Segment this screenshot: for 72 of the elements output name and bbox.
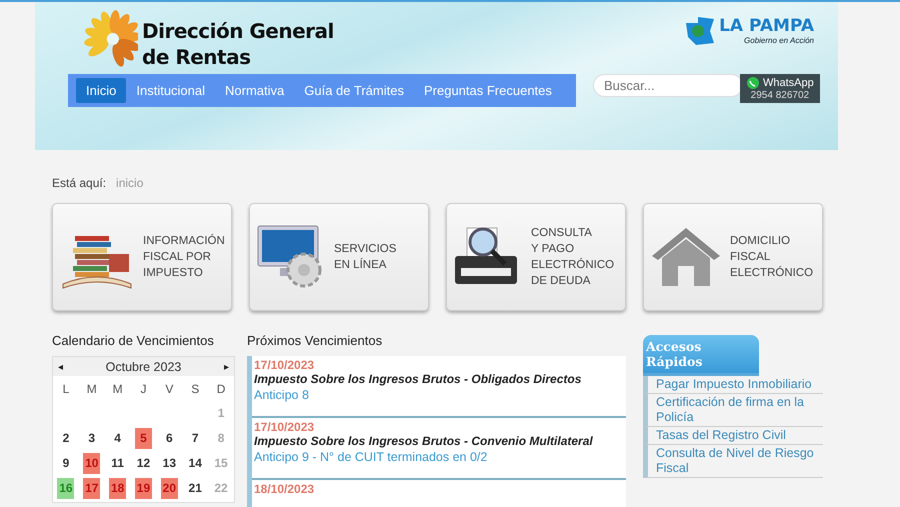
calendar-day[interactable]: 14 (186, 452, 204, 474)
due-date: 17/10/2023 (254, 420, 316, 434)
phone-number: 2954 826702 (750, 90, 810, 101)
section-heading: Calendario de Vencimientos (52, 333, 215, 348)
menu-item[interactable]: Guía de Trámites (294, 78, 414, 103)
calendar-day[interactable]: 3 (83, 428, 100, 448)
weekday-label: M (112, 381, 124, 398)
due-date-day[interactable]: 17 (83, 478, 100, 498)
due-date: 18/10/2023 (254, 482, 316, 496)
weekday-label: D (216, 381, 226, 398)
due-date-day[interactable]: 10 (83, 452, 100, 474)
calendar-day[interactable]: 2 (57, 428, 74, 448)
weekday-label: M (86, 381, 98, 398)
calendar-day[interactable]: 13 (160, 452, 178, 474)
calendar-day[interactable]: 6 (160, 428, 178, 448)
menu-item[interactable]: Inicio (76, 78, 126, 103)
province-map-icon (684, 16, 716, 44)
calendar-day[interactable]: 9 (57, 452, 74, 474)
province-name: LA PAMPA (719, 16, 814, 36)
previous-month-button[interactable]: ◂ (56, 360, 65, 372)
weekday-label: L (62, 381, 70, 398)
breadcrumb-label: Está aquí: (52, 176, 106, 190)
tax-name: Impuesto Sobre los Ingresos Brutos - Obligados Directos (254, 372, 582, 386)
calendar-day[interactable]: 22 (212, 478, 230, 498)
tile-label: DOMICILIO FISCAL ELECTRÓNICO (730, 234, 814, 281)
service-tile[interactable]: DOMICILIO FISCAL ELECTRÓNICO (643, 203, 823, 311)
weekday-label: S (190, 381, 200, 398)
weekday-label: J (139, 381, 148, 398)
site-title: Dirección General (142, 18, 334, 44)
site-title: de Rentas (142, 44, 252, 70)
menu-item[interactable]: Institucional (126, 78, 216, 103)
calendar-day[interactable]: 11 (109, 452, 126, 474)
calendar-day[interactable]: 12 (134, 452, 152, 474)
due-date-day[interactable]: 19 (134, 478, 152, 498)
section-heading: Próximos Vencimientos (247, 333, 384, 348)
menu-item[interactable]: Preguntas Frecuentes (414, 78, 562, 103)
due-date-day[interactable]: 18 (109, 478, 126, 498)
tile-label: CONSULTA Y PAGO ELECTRÓNICO DE DEUDA (531, 226, 614, 289)
whatsapp-badge[interactable]: WhatsApp 2954 826702 (740, 74, 820, 103)
house-icon (650, 226, 722, 288)
calendar-day[interactable]: 7 (186, 428, 204, 448)
due-detail-link[interactable]: Anticipo 8 (254, 388, 309, 402)
tax-name: Impuesto Sobre los Ingresos Brutos - Convenio Multilateral (254, 434, 594, 448)
breadcrumb-link[interactable]: inicio (116, 176, 144, 190)
tile-label: INFORMACIÓN FISCAL POR IMPUESTO (143, 233, 225, 281)
due-date: 17/10/2023 (254, 358, 316, 372)
calendar-day[interactable]: 8 (212, 428, 230, 448)
service-tile[interactable]: SERVICIOS EN LÍNEA (249, 203, 429, 311)
quick-access-link[interactable]: Certificación de firma en la Policía (643, 394, 823, 427)
calendar-day[interactable]: 4 (109, 428, 126, 448)
tile-label: SERVICIOS EN LÍNEA (334, 242, 396, 273)
calendar-day[interactable]: 1 (212, 402, 230, 424)
calendar-day[interactable]: 16 (57, 478, 74, 498)
whatsapp-label: WhatsApp (763, 77, 814, 89)
search-field[interactable]: Buscar... (593, 74, 743, 97)
weekday-label: V (164, 381, 174, 398)
quick-access-header: Accesos Rápidos (643, 335, 759, 376)
service-tile[interactable]: CONSULTA Y PAGO ELECTRÓNICO DE DEUDA (446, 203, 626, 311)
menu-item[interactable]: Normativa (215, 78, 294, 103)
due-date-day[interactable]: 20 (160, 478, 178, 498)
quick-access-link[interactable]: Tasas del Registro Civil (643, 427, 823, 445)
quick-access-link[interactable]: Pagar Impuesto Inmobiliario (643, 376, 823, 394)
calendar-day[interactable]: 15 (212, 452, 230, 474)
quick-access-link[interactable]: Consulta de Nivel de Riesgo Fiscal (643, 445, 823, 478)
service-tile[interactable]: INFORMACIÓN FISCAL POR IMPUESTO (52, 203, 232, 311)
due-detail-link[interactable]: Anticipo 9 - N° de CUIT terminados en 0/2 (254, 450, 488, 464)
chat-bubble-icon (746, 76, 760, 90)
next-month-button[interactable]: ▸ (222, 360, 231, 372)
month-title: Octubre 2023 (106, 360, 182, 374)
calendar-day[interactable]: 21 (186, 478, 204, 498)
province-tagline: Gobierno en Acción (743, 36, 814, 45)
due-date-day[interactable]: 5 (134, 428, 152, 448)
